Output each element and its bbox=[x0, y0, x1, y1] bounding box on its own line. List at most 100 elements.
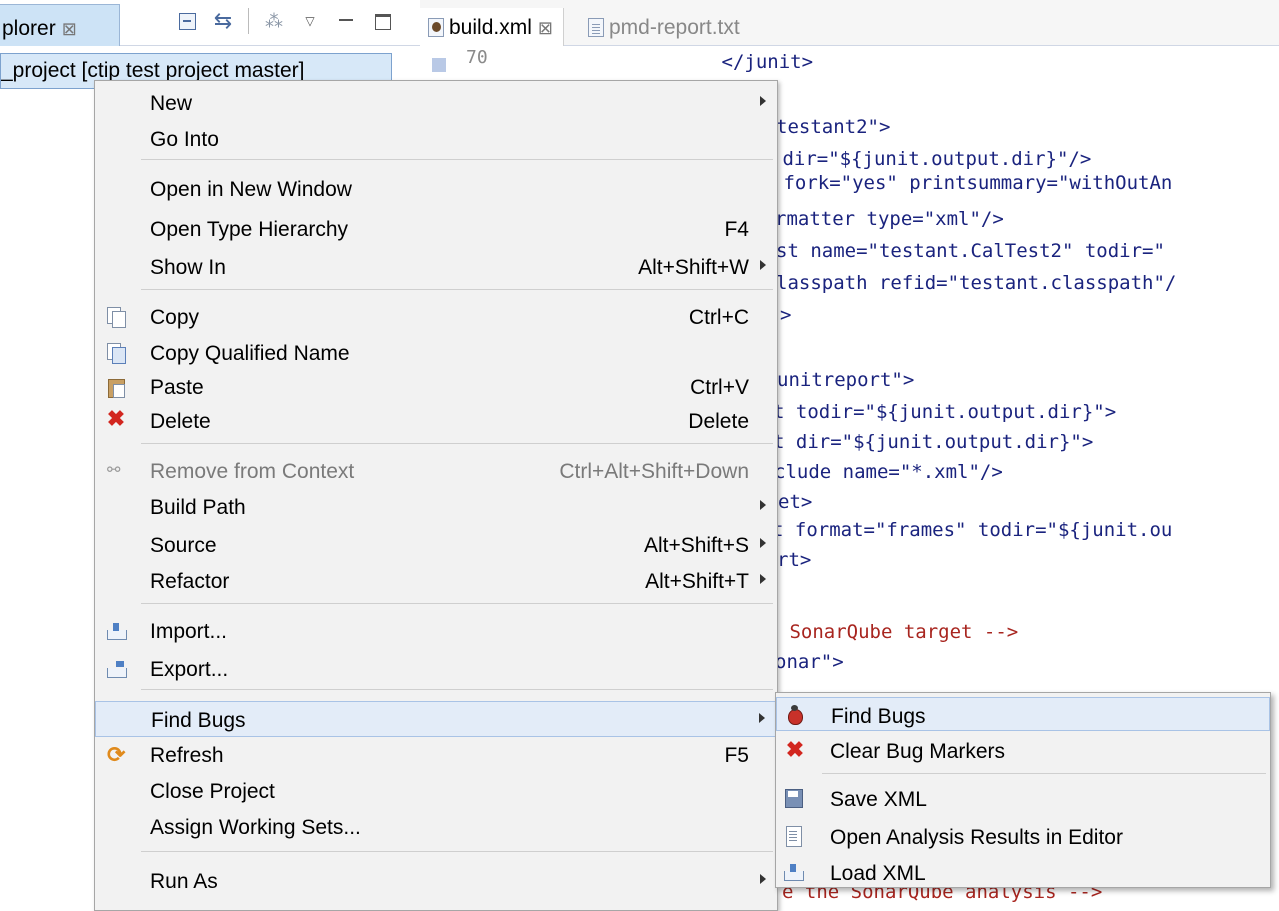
menu-item-build-path[interactable]: Build Path bbox=[95, 489, 777, 525]
menu-separator bbox=[141, 159, 773, 160]
menu-item-label: Show In bbox=[150, 256, 226, 279]
code-line: t format="frames" todir="${junit.ou bbox=[772, 519, 1173, 541]
delete-icon: ✖ bbox=[106, 406, 126, 431]
menu-item-import[interactable]: Import... bbox=[95, 613, 777, 649]
remove-from-context-icon: ⚯ bbox=[107, 462, 121, 479]
copy-qualified-name-icon bbox=[107, 343, 126, 364]
menu-item-label: Source bbox=[150, 534, 217, 557]
menu-item-label: Export... bbox=[150, 658, 229, 681]
code-line: st name="testant.CalTest2" todir=" bbox=[776, 240, 1165, 262]
submenu-item-label: Find Bugs bbox=[831, 705, 926, 728]
menu-item-source[interactable]: Source Alt+Shift+S bbox=[95, 527, 777, 563]
save-icon bbox=[784, 788, 803, 808]
submenu-item-save-xml[interactable]: Save XML bbox=[776, 781, 1270, 815]
explorer-toolbar: ⇆ ⁂ ▽ bbox=[176, 6, 393, 36]
menu-item-run-as[interactable]: Run As bbox=[95, 863, 777, 899]
menu-item-label: Go Into bbox=[150, 128, 219, 151]
tab-label: build.xml bbox=[449, 16, 532, 39]
menu-item-label: Close Project bbox=[150, 780, 275, 803]
menu-item-shortcut: Alt+Shift+S bbox=[643, 534, 749, 557]
submenu-arrow-icon bbox=[760, 500, 766, 510]
menu-separator bbox=[141, 851, 773, 852]
menu-item-shortcut: Alt+Shift+W bbox=[638, 256, 749, 279]
menu-item-shortcut: Ctrl+Alt+Shift+Down bbox=[559, 460, 749, 483]
code-line: t dir="${junit.output.dir}"> bbox=[773, 431, 1094, 453]
menu-item-label: Build Path bbox=[150, 496, 246, 519]
maximize-icon[interactable] bbox=[371, 10, 393, 32]
tab-pmd-report[interactable]: pmd-report.txt bbox=[580, 8, 750, 46]
menu-item-label: Import... bbox=[150, 620, 228, 643]
text-file-icon bbox=[588, 18, 604, 37]
menu-separator bbox=[141, 689, 773, 690]
menu-item-copy[interactable]: Copy Ctrl+C bbox=[95, 299, 777, 335]
menu-item-refactor[interactable]: Refactor Alt+Shift+T bbox=[95, 563, 777, 599]
line-number: 70 bbox=[466, 47, 488, 68]
code-line: rt> bbox=[777, 549, 812, 571]
close-icon[interactable]: ⊠ bbox=[538, 18, 553, 38]
menu-item-label: Paste bbox=[150, 376, 204, 399]
submenu-arrow-icon bbox=[760, 574, 766, 584]
submenu-arrow-icon bbox=[760, 538, 766, 548]
menu-item-export[interactable]: Export... bbox=[95, 651, 777, 687]
refresh-icon: ⟳ bbox=[107, 742, 126, 767]
menu-item-shortcut: Ctrl+C bbox=[688, 306, 749, 329]
submenu-item-label: Load XML bbox=[830, 862, 926, 885]
import-icon bbox=[107, 621, 127, 641]
submenu-item-label: Clear Bug Markers bbox=[830, 740, 1006, 763]
menu-item-remove-from-context: ⚯ Remove from Context Ctrl+Alt+Shift+Down bbox=[95, 453, 777, 489]
code-line: unitreport"> bbox=[777, 369, 915, 391]
find-bugs-submenu: Find Bugs ✖ Clear Bug Markers Save XML Open … bbox=[775, 692, 1271, 888]
code-line: SonarQube target --> bbox=[778, 621, 1019, 643]
submenu-item-label: Save XML bbox=[830, 788, 927, 811]
tab-label: pmd-report.txt bbox=[609, 16, 740, 39]
submenu-item-find-bugs[interactable]: Find Bugs bbox=[776, 697, 1270, 731]
explorer-tab[interactable]: plorer ⊠ bbox=[0, 4, 120, 46]
menu-item-label: Run As bbox=[150, 870, 218, 893]
minimize-icon[interactable] bbox=[335, 10, 357, 32]
menu-item-show-in[interactable]: Show In Alt+Shift+W bbox=[95, 249, 777, 285]
menu-item-refresh[interactable]: ⟳ Refresh F5 bbox=[95, 737, 777, 773]
explorer-tab-close-icon[interactable]: ⊠ bbox=[62, 19, 77, 39]
menu-item-find-bugs[interactable]: Find Bugs bbox=[95, 701, 777, 737]
menu-item-paste[interactable]: Paste Ctrl+V bbox=[95, 369, 777, 405]
submenu-item-clear-bug-markers[interactable]: ✖ Clear Bug Markers bbox=[776, 733, 1270, 767]
import-icon bbox=[784, 862, 804, 882]
menu-item-go-into[interactable]: Go Into bbox=[95, 121, 777, 157]
menu-item-label: Assign Working Sets... bbox=[150, 816, 361, 839]
submenu-item-open-analysis-results-in-editor[interactable]: Open Analysis Results in Editor bbox=[776, 819, 1270, 853]
menu-item-new[interactable]: New bbox=[95, 85, 777, 121]
link-with-editor-icon[interactable]: ⇆ bbox=[212, 10, 234, 32]
code-line: testant2"> bbox=[776, 116, 891, 138]
menu-separator bbox=[822, 773, 1266, 774]
menu-item-label: Open Type Hierarchy bbox=[150, 218, 349, 241]
bug-icon bbox=[785, 705, 803, 725]
menu-item-label: Open in New Window bbox=[150, 178, 352, 201]
paste-icon bbox=[107, 377, 125, 398]
filters-icon[interactable]: ⁂ bbox=[263, 10, 285, 32]
code-line: > bbox=[780, 304, 792, 326]
menu-item-label: Delete bbox=[150, 410, 211, 433]
menu-item-close-project[interactable]: Close Project bbox=[95, 773, 777, 809]
menu-item-shortcut: F4 bbox=[724, 218, 749, 241]
view-menu-icon[interactable]: ▽ bbox=[299, 10, 321, 32]
menu-separator bbox=[141, 289, 773, 290]
menu-item-open-in-new-window[interactable]: Open in New Window bbox=[95, 171, 777, 207]
copy-icon bbox=[107, 307, 126, 328]
menu-item-open-type-hierarchy[interactable]: Open Type Hierarchy F4 bbox=[95, 211, 777, 247]
submenu-arrow-icon bbox=[760, 260, 766, 270]
code-line: et> bbox=[778, 491, 813, 513]
code-line: clude name="*.xml"/> bbox=[774, 461, 1003, 483]
menu-item-label: Find Bugs bbox=[151, 709, 246, 732]
menu-separator bbox=[141, 603, 773, 604]
submenu-item-load-xml[interactable]: Load XML bbox=[776, 855, 1270, 889]
ant-file-icon bbox=[428, 18, 444, 37]
menu-item-copy-qualified-name[interactable]: Copy Qualified Name bbox=[95, 335, 777, 371]
submenu-item-label: Open Analysis Results in Editor bbox=[830, 826, 1123, 849]
export-icon bbox=[107, 659, 127, 679]
submenu-arrow-icon bbox=[759, 713, 765, 723]
collapse-all-icon[interactable] bbox=[176, 10, 198, 32]
tab-build-xml[interactable]: build.xml ⊠ bbox=[420, 8, 564, 46]
code-line: lasspath refid="testant.classpath"/ bbox=[776, 272, 1177, 294]
menu-item-delete[interactable]: ✖ Delete Delete bbox=[95, 403, 777, 439]
menu-item-assign-working-sets[interactable]: Assign Working Sets... bbox=[95, 809, 777, 845]
